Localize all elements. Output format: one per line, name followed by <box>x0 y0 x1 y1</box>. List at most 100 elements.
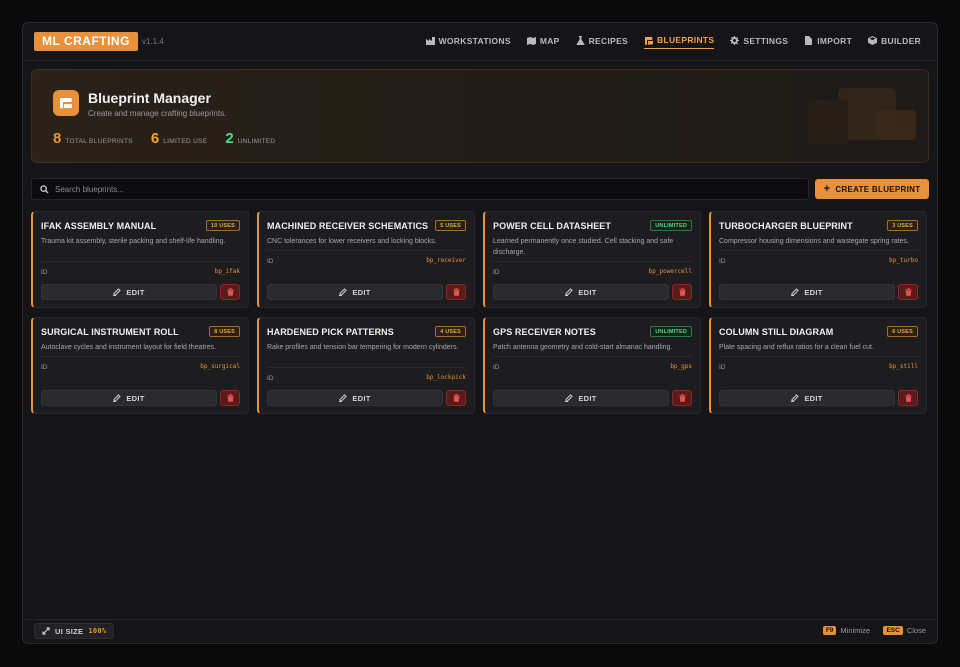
edit-button[interactable]: EDIT <box>267 284 443 300</box>
edit-button[interactable]: EDIT <box>267 390 443 406</box>
edit-icon <box>565 288 574 296</box>
nav-settings[interactable]: SETTINGS <box>730 35 788 49</box>
nav-label: BUILDER <box>881 35 921 46</box>
shortcut-close[interactable]: ESC Close <box>883 626 926 635</box>
stats-row: 8 TOTAL BLUEPRINTS 6 LIMITED USE 2 UNLIM… <box>53 130 275 147</box>
nav-import[interactable]: IMPORT <box>804 35 852 49</box>
blueprint-grid: IFAK ASSEMBLY MANUAL 10 USES Trauma kit as… <box>31 211 929 414</box>
card-divider <box>41 261 240 262</box>
shortcut-minimize[interactable]: F9 Minimize <box>822 626 870 635</box>
nav-workstations[interactable]: WORKSTATIONS <box>425 35 511 49</box>
blueprint-card: MACHINED RECEIVER SCHEMATICS 5 USES CNC to… <box>257 211 475 308</box>
delete-button[interactable] <box>446 390 466 406</box>
page-subtitle: Create and manage crafting blueprints. <box>88 109 227 118</box>
blueprint-description: Compressor housing dimensions and wasteg… <box>719 238 909 245</box>
delete-button[interactable] <box>672 390 692 406</box>
blueprint-title: POWER CELL DATASHEET <box>493 221 612 231</box>
edit-icon <box>113 394 122 402</box>
uses-badge: 3 USES <box>887 220 918 231</box>
edit-button[interactable]: EDIT <box>41 284 217 300</box>
blueprint-title: IFAK ASSEMBLY MANUAL <box>41 221 157 231</box>
delete-button[interactable] <box>446 284 466 300</box>
blueprint-card: SURGICAL INSTRUMENT ROLL 8 USES Autoclave … <box>31 317 249 414</box>
card-divider <box>41 356 240 357</box>
nav-map[interactable]: MAP <box>526 35 560 49</box>
uses-badge: 4 USES <box>435 326 466 337</box>
id-label: ID <box>493 269 500 276</box>
delete-button[interactable] <box>220 390 240 406</box>
blueprint-card: IFAK ASSEMBLY MANUAL 10 USES Trauma kit as… <box>31 211 249 308</box>
blueprint-id: bp_receiver <box>426 257 466 264</box>
edit-label: EDIT <box>578 393 597 403</box>
shortcut-minimize-label: Minimize <box>840 626 870 635</box>
blueprint-id: bp_powercell <box>648 268 692 275</box>
edit-button[interactable]: EDIT <box>719 284 895 300</box>
delete-button[interactable] <box>898 284 918 300</box>
ui-size-button[interactable]: UI SIZE 100% <box>34 623 115 639</box>
edit-label: EDIT <box>804 287 823 297</box>
create-blueprint-button[interactable]: + CREATE BLUEPRINT <box>815 179 929 199</box>
plus-icon: + <box>823 183 831 195</box>
blueprint-description: Patch antenna geometry and cold-start al… <box>493 344 673 351</box>
app-version: v1.1.4 <box>142 37 164 46</box>
cube-icon <box>868 36 878 45</box>
nav-label: MAP <box>539 35 560 46</box>
uses-badge: UNLIMITED <box>650 326 692 337</box>
edit-button[interactable]: EDIT <box>493 390 669 406</box>
header-bar: ML CRAFTING v1.1.4 WORKSTATIONS MAP RECIPE… <box>23 23 937 61</box>
edit-label: EDIT <box>578 287 597 297</box>
card-divider <box>493 356 692 357</box>
blueprint-description: Rake profiles and tension bar tempering … <box>267 344 459 351</box>
uses-badge: UNLIMITED <box>650 220 692 231</box>
nav-blueprints[interactable]: BLUEPRINTS <box>644 35 715 49</box>
scroll-icon <box>645 36 654 45</box>
card-divider <box>493 261 692 262</box>
delete-button[interactable] <box>672 284 692 300</box>
blueprint-title: HARDENED PICK PATTERNS <box>267 327 394 337</box>
stat-unlimited-value: 2 <box>225 130 234 147</box>
blueprint-id: bp_still <box>889 363 918 370</box>
search-icon <box>40 184 49 194</box>
nav-label: WORKSTATIONS <box>438 35 511 46</box>
stat-total-value: 8 <box>53 130 62 147</box>
blueprint-id: bp_lockpick <box>426 374 466 381</box>
trash-icon <box>452 288 460 296</box>
stat-total-label: TOTAL BLUEPRINTS <box>65 138 133 145</box>
edit-button[interactable]: EDIT <box>41 390 217 406</box>
edit-label: EDIT <box>126 393 145 403</box>
nav-recipes[interactable]: RECIPES <box>576 35 628 49</box>
delete-button[interactable] <box>220 284 240 300</box>
edit-button[interactable]: EDIT <box>493 284 669 300</box>
blueprint-card: HARDENED PICK PATTERNS 4 USES Rake profile… <box>257 317 475 414</box>
nav-builder[interactable]: BUILDER <box>868 35 921 49</box>
ui-size-value: 100% <box>88 627 107 635</box>
trash-icon <box>904 288 912 296</box>
nav-label: IMPORT <box>817 35 853 46</box>
id-label: ID <box>267 258 274 265</box>
edit-icon <box>565 394 574 402</box>
stat-unlimited-label: UNLIMITED <box>237 138 276 145</box>
blueprint-description: Learned permanently once studied. Cell s… <box>493 238 674 256</box>
delete-button[interactable] <box>898 390 918 406</box>
stat-limited-label: LIMITED USE <box>163 138 208 145</box>
stat-unlimited: 2 UNLIMITED <box>225 130 275 147</box>
search-input[interactable] <box>55 184 795 194</box>
stat-limited: 6 LIMITED USE <box>151 130 207 147</box>
ui-size-label: UI SIZE <box>55 626 84 636</box>
blueprint-description: CNC tolerances for lower receivers and l… <box>267 238 437 245</box>
nav-label: BLUEPRINTS <box>657 35 715 45</box>
factory-icon <box>425 37 435 45</box>
edit-label: EDIT <box>126 287 145 297</box>
flask-icon <box>576 36 585 45</box>
id-label: ID <box>719 364 726 371</box>
card-divider <box>267 367 466 368</box>
edit-label: EDIT <box>352 393 371 403</box>
card-divider <box>719 250 918 251</box>
uses-badge: 10 USES <box>205 220 240 231</box>
blueprint-id: bp_gps <box>670 363 692 370</box>
card-divider <box>267 250 466 251</box>
blueprint-card: POWER CELL DATASHEET UNLIMITED Learned per… <box>483 211 701 308</box>
id-label: ID <box>41 364 48 371</box>
shortcut-close-label: Close <box>906 626 926 635</box>
edit-button[interactable]: EDIT <box>719 390 895 406</box>
